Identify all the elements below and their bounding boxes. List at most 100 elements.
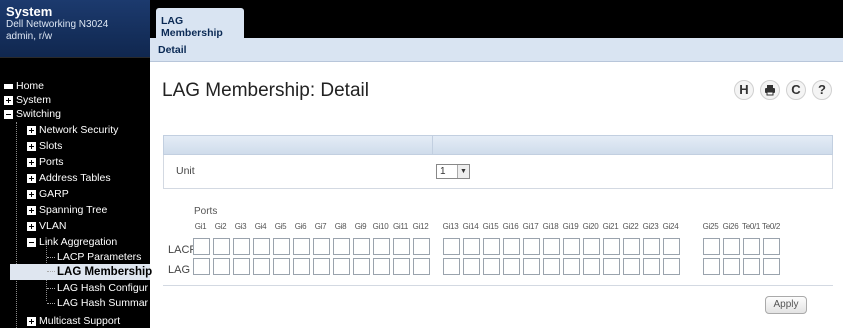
lacp-checkbox[interactable] xyxy=(483,238,500,255)
nav-item-slots[interactable]: Slots xyxy=(27,139,62,153)
lacp-checkbox[interactable] xyxy=(523,238,540,255)
lag-checkbox[interactable] xyxy=(623,258,640,275)
lag-checkbox[interactable] xyxy=(703,258,720,275)
lag-checkbox[interactable] xyxy=(353,258,370,275)
nav-item-multicast-support[interactable]: Multicast Support xyxy=(27,314,120,328)
nav-item-vlan[interactable]: VLAN xyxy=(27,219,66,233)
collapse-minus-icon[interactable] xyxy=(4,109,13,119)
lag-checkbox[interactable] xyxy=(523,258,540,275)
nav-item-link-aggregation[interactable]: Link Aggregation xyxy=(27,235,117,249)
nav-item-spanning-tree[interactable]: Spanning Tree xyxy=(27,203,107,217)
lacp-checkbox[interactable] xyxy=(503,238,520,255)
print-icon[interactable] xyxy=(760,80,780,100)
collapse-minus-icon[interactable] xyxy=(27,237,36,247)
expand-plus-icon[interactable] xyxy=(27,205,36,215)
port-header: Gi6 xyxy=(294,222,307,231)
lag-checkbox[interactable] xyxy=(603,258,620,275)
help-icon[interactable]: ? xyxy=(812,80,832,100)
lacp-checkbox[interactable] xyxy=(663,238,680,255)
port-header: Gi4 xyxy=(254,222,267,231)
nav-item-address-tables[interactable]: Address Tables xyxy=(27,171,111,185)
lacp-checkbox[interactable] xyxy=(193,238,210,255)
lacp-checkbox[interactable] xyxy=(563,238,580,255)
lacp-checkbox[interactable] xyxy=(463,238,480,255)
lag-checkbox[interactable] xyxy=(413,258,430,275)
lag-checkbox[interactable] xyxy=(663,258,680,275)
sidebar: System Dell Networking N3024 admin, r/w … xyxy=(0,0,153,328)
lag-checkbox[interactable] xyxy=(393,258,410,275)
lag-checkbox[interactable] xyxy=(483,258,500,275)
expand-plus-icon[interactable] xyxy=(4,95,13,105)
expand-plus-icon[interactable] xyxy=(27,173,36,183)
lag-checkbox[interactable] xyxy=(233,258,250,275)
lag-checkbox[interactable] xyxy=(293,258,310,275)
lacp-checkbox[interactable] xyxy=(643,238,660,255)
unit-select[interactable]: 1 ▼ xyxy=(436,164,470,179)
expand-plus-icon[interactable] xyxy=(27,157,36,167)
lag-checkbox[interactable] xyxy=(503,258,520,275)
lag-checkbox[interactable] xyxy=(333,258,350,275)
lag-checkbox[interactable] xyxy=(313,258,330,275)
lacp-checkbox[interactable] xyxy=(603,238,620,255)
lacp-checkbox[interactable] xyxy=(353,238,370,255)
expand-plus-icon[interactable] xyxy=(27,141,36,151)
lacp-checkbox[interactable] xyxy=(373,238,390,255)
lacp-checkbox[interactable] xyxy=(703,238,720,255)
lacp-checkbox[interactable] xyxy=(413,238,430,255)
tab-bar: LAG Membership xyxy=(150,0,843,39)
lag-checkbox[interactable] xyxy=(763,258,780,275)
expand-plus-icon[interactable] xyxy=(27,316,36,326)
lag-checkbox[interactable] xyxy=(443,258,460,275)
lacp-checkbox[interactable] xyxy=(723,238,740,255)
lacp-checkbox[interactable] xyxy=(313,238,330,255)
nav-item-network-security[interactable]: Network Security xyxy=(27,123,118,137)
nav-item-label: Switching xyxy=(16,108,61,120)
nav-item-system[interactable]: System xyxy=(4,93,51,107)
apply-button[interactable]: Apply xyxy=(765,296,807,314)
lacp-checkbox[interactable] xyxy=(393,238,410,255)
lag-checkbox[interactable] xyxy=(743,258,760,275)
lacp-checkbox[interactable] xyxy=(233,238,250,255)
lacp-checkbox[interactable] xyxy=(743,238,760,255)
lag-checkbox[interactable] xyxy=(273,258,290,275)
nav-item-ports[interactable]: Ports xyxy=(27,155,64,169)
lag-checkbox[interactable] xyxy=(373,258,390,275)
tree-guide xyxy=(16,122,17,328)
lacp-checkbox[interactable] xyxy=(583,238,600,255)
lacp-checkbox[interactable] xyxy=(273,238,290,255)
lag-checkbox[interactable] xyxy=(643,258,660,275)
lacp-checkbox[interactable] xyxy=(333,238,350,255)
nav-item-label: LAG Membership xyxy=(57,266,153,278)
nav-item-lag-hash-summary[interactable]: LAG Hash Summar xyxy=(47,296,148,310)
tree-branch xyxy=(47,302,55,304)
chevron-down-icon[interactable]: ▼ xyxy=(457,165,469,178)
lacp-checkbox[interactable] xyxy=(253,238,270,255)
lag-checkbox[interactable] xyxy=(543,258,560,275)
expand-plus-icon[interactable] xyxy=(27,125,36,135)
refresh-icon[interactable]: C xyxy=(786,80,806,100)
lag-checkbox[interactable] xyxy=(253,258,270,275)
lag-checkbox[interactable] xyxy=(463,258,480,275)
nav-item-lag-hash-configuration[interactable]: LAG Hash Configur xyxy=(47,281,148,295)
nav-item-switching[interactable]: Switching xyxy=(4,107,61,121)
lacp-checkbox[interactable] xyxy=(543,238,560,255)
lacp-checkbox[interactable] xyxy=(293,238,310,255)
nav-item-home[interactable]: Home xyxy=(4,79,44,93)
lacp-checkbox[interactable] xyxy=(443,238,460,255)
lag-checkbox[interactable] xyxy=(723,258,740,275)
nav-item-lag-membership[interactable]: LAG Membership xyxy=(10,264,153,280)
expand-plus-icon[interactable] xyxy=(27,189,36,199)
subtab-detail[interactable]: Detail xyxy=(158,44,187,56)
save-icon[interactable]: H xyxy=(734,80,754,100)
nav-item-lacp-parameters[interactable]: LACP Parameters xyxy=(47,250,141,264)
expand-plus-icon[interactable] xyxy=(27,221,36,231)
lacp-checkbox[interactable] xyxy=(623,238,640,255)
lag-checkbox[interactable] xyxy=(193,258,210,275)
lacp-checkbox[interactable] xyxy=(763,238,780,255)
lag-checkbox[interactable] xyxy=(563,258,580,275)
lag-checkbox[interactable] xyxy=(213,258,230,275)
lacp-checkbox[interactable] xyxy=(213,238,230,255)
lag-checkbox[interactable] xyxy=(583,258,600,275)
tab-lag-membership[interactable]: LAG Membership xyxy=(156,8,244,39)
nav-item-garp[interactable]: GARP xyxy=(27,187,69,201)
